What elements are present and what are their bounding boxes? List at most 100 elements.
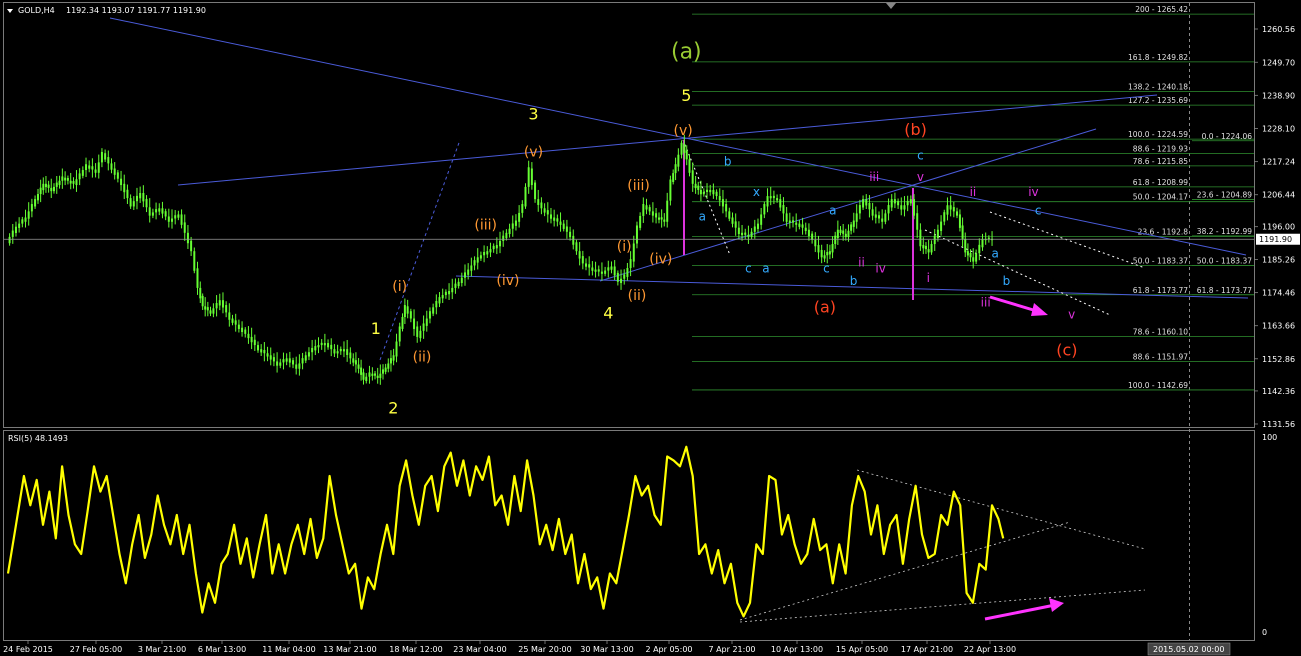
candle-body xyxy=(39,187,42,195)
wave-label: b xyxy=(724,154,732,168)
candle-body xyxy=(909,199,912,204)
wave-label: 4 xyxy=(603,304,613,323)
candle-body xyxy=(425,318,428,326)
fib-level-label: 78.6 - 1160.10 xyxy=(1133,328,1188,337)
candle-body xyxy=(642,204,645,216)
candle-body xyxy=(212,308,215,314)
candle-body xyxy=(495,245,498,249)
candle-body xyxy=(585,263,588,267)
candle-body xyxy=(88,165,91,169)
candle-body xyxy=(581,256,584,264)
candle-body xyxy=(862,199,865,208)
candle-body xyxy=(81,170,84,176)
candle-body xyxy=(887,205,890,214)
candle-body xyxy=(706,189,709,192)
candle-body xyxy=(231,318,234,323)
fib-level-label: 50.0 - 1183.37 xyxy=(1133,256,1188,265)
candle-body xyxy=(776,198,779,201)
candle-body xyxy=(930,244,933,253)
wave-label: (ii) xyxy=(413,349,432,365)
wave-label: ii xyxy=(970,185,977,199)
candle-body xyxy=(801,224,804,228)
candle-body xyxy=(607,267,610,271)
current-price-tag: 1191.90 xyxy=(1256,233,1300,245)
candle-body xyxy=(55,182,58,187)
candle-body xyxy=(320,342,323,346)
candle-body xyxy=(820,249,823,258)
fib-level-label: 100.0 - 1224.59 xyxy=(1128,130,1188,139)
candle-body xyxy=(881,218,884,222)
rsi-tick-label: 0 xyxy=(1262,628,1267,637)
candle-body xyxy=(323,343,326,346)
candle-body xyxy=(167,216,170,222)
candle-body xyxy=(553,217,556,221)
candle-body xyxy=(91,166,94,170)
wave-label: (v) xyxy=(674,123,693,139)
candle-body xyxy=(680,142,683,155)
candle-body xyxy=(221,300,224,308)
candle-body xyxy=(527,167,530,187)
candle-body xyxy=(699,189,702,195)
candle-body xyxy=(903,205,906,210)
candle-body xyxy=(489,249,492,253)
candle-body xyxy=(110,163,113,170)
candle-body xyxy=(978,244,981,254)
candle-body xyxy=(85,164,88,171)
candle-body xyxy=(276,361,279,366)
candle-body xyxy=(44,183,47,188)
candle-body xyxy=(69,180,72,184)
candle-body xyxy=(831,244,834,253)
candle-body xyxy=(546,210,549,215)
price-tick-label: 1217.24 xyxy=(1262,158,1295,167)
candle-body xyxy=(151,212,154,216)
time-tick-label: 7 Apr 21:00 xyxy=(708,645,755,654)
candle-body xyxy=(936,229,939,239)
candle-body xyxy=(632,243,635,262)
candle-body xyxy=(301,358,304,364)
candle-body xyxy=(897,200,900,206)
candle-body xyxy=(502,235,505,241)
candle-body xyxy=(66,177,69,181)
wave-label: c xyxy=(917,148,924,162)
time-tick-label: 25 Mar 20:00 xyxy=(518,645,571,654)
candle-body xyxy=(47,184,50,188)
candle-body xyxy=(64,177,67,181)
wave-label: 3 xyxy=(528,105,538,124)
chart-background xyxy=(0,0,1301,656)
candle-body xyxy=(505,232,508,239)
candle-body xyxy=(865,199,868,206)
candle-body xyxy=(709,189,712,193)
price-tick-label: 1131.56 xyxy=(1262,420,1295,429)
candle-body xyxy=(145,198,148,208)
candle-body xyxy=(234,320,237,325)
candle-body xyxy=(842,230,845,234)
candle-body xyxy=(218,300,221,306)
candle-body xyxy=(613,266,616,276)
rsi-tick-label: 100 xyxy=(1262,433,1277,442)
candle-body xyxy=(199,287,202,299)
candle-body xyxy=(42,183,45,191)
candle-body xyxy=(389,358,392,364)
candle-body xyxy=(244,329,247,334)
candle-body xyxy=(94,169,97,173)
candle-body xyxy=(365,376,368,382)
candle-body xyxy=(253,339,256,346)
wave-label: (a) xyxy=(814,297,836,316)
candle-body xyxy=(569,231,572,238)
current-price-label: 1191.90 xyxy=(1259,235,1292,244)
fib-level-label: 88.6 - 1219.93 xyxy=(1133,144,1188,153)
candle-body xyxy=(483,251,486,256)
time-tick-label: 18 Mar 12:00 xyxy=(389,645,442,654)
candle-body xyxy=(8,236,11,244)
candle-body xyxy=(75,179,78,186)
candle-body xyxy=(139,193,142,199)
candle-body xyxy=(317,345,320,348)
candle-body xyxy=(514,220,517,226)
candle-body xyxy=(266,353,269,357)
candle-body xyxy=(518,212,521,222)
candle-body xyxy=(635,225,638,244)
wave-label: 5 xyxy=(681,86,691,105)
candle-body xyxy=(435,300,438,308)
time-tick-label: 3 Mar 21:00 xyxy=(138,645,186,654)
candle-body xyxy=(256,345,259,351)
